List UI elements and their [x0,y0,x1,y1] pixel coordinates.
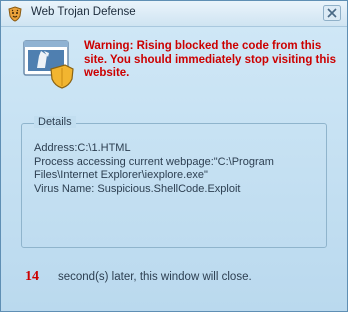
details-group: Details Address:C:\1.HTML Process access… [21,116,327,248]
details-text: Address:C:\1.HTML Process accessing curr… [34,142,322,196]
countdown-seconds: 14 [25,269,39,284]
alert-window: Web Trojan Defense Warning: Rising block… [0,0,348,312]
dialog-content: Warning: Rising blocked the code from th… [1,27,347,311]
details-legend: Details [34,116,76,128]
close-icon[interactable] [323,5,341,21]
virus-name-line: Virus Name: Suspicious.ShellCode.Exploit [34,182,241,195]
window-title: Web Trojan Defense [31,6,136,18]
address-line: Address:C:\1.HTML [34,142,131,154]
shield-window-icon [23,40,74,89]
process-line: Process accessing current webpage:"C:\Pr… [34,155,274,182]
tiger-shield-icon [8,6,22,22]
countdown-text: second(s) later, this window will close. [58,271,252,283]
title-bar[interactable]: Web Trojan Defense [1,1,347,27]
warning-message: Warning: Rising blocked the code from th… [84,40,336,79]
